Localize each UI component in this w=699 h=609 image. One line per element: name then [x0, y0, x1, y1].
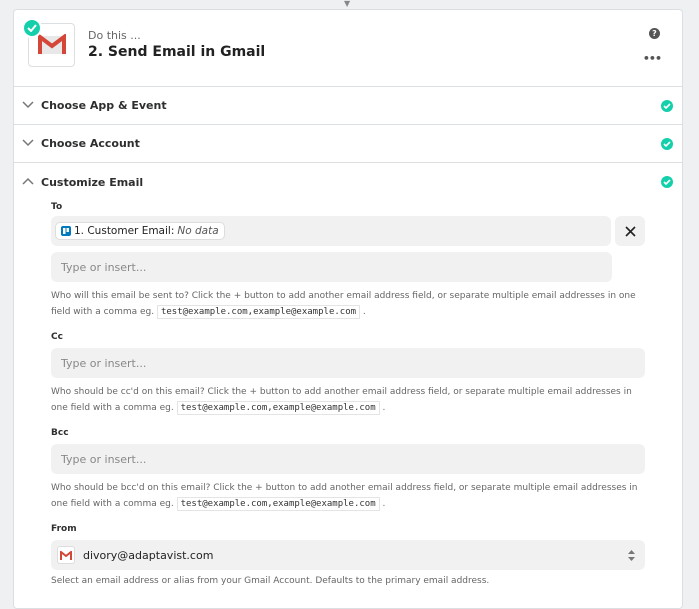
- to-field-1[interactable]: 1. Customer Email: No data: [51, 216, 611, 246]
- step-card: Do this ... 2. Send Email in Gmail ? •••…: [13, 9, 683, 609]
- gmail-icon: [57, 546, 75, 564]
- section-label: Choose Account: [41, 137, 140, 150]
- hint-period: .: [362, 307, 366, 317]
- cc-input[interactable]: Type or insert...: [51, 348, 645, 378]
- example-code: test@example.com,example@example.com: [156, 305, 361, 319]
- section-choose-app-event[interactable]: Choose App & Event: [14, 87, 682, 125]
- hint-period: .: [382, 403, 386, 413]
- section-customize-email[interactable]: Customize Email: [14, 163, 682, 201]
- step-header: Do this ... 2. Send Email in Gmail ? •••: [14, 10, 682, 87]
- to-field-2[interactable]: Type or insert...: [51, 252, 612, 282]
- trello-icon: [61, 226, 71, 236]
- to-label: To: [51, 202, 63, 212]
- check-circle-icon: [661, 138, 673, 150]
- help-icon[interactable]: ?: [649, 28, 660, 39]
- pill-label: 1. Customer Email:: [74, 225, 175, 237]
- example-code: test@example.com,example@example.com: [176, 497, 380, 511]
- section-label: Choose App & Event: [41, 99, 167, 112]
- from-label: From: [51, 524, 77, 534]
- more-options-icon[interactable]: •••: [643, 52, 662, 65]
- chevron-down-icon: [22, 139, 34, 147]
- from-select[interactable]: divory@adaptavist.com: [51, 540, 645, 570]
- bcc-label: Bcc: [51, 428, 69, 438]
- bcc-input[interactable]: Type or insert...: [51, 444, 645, 474]
- step-kicker: Do this ...: [88, 29, 141, 42]
- from-value: divory@adaptavist.com: [83, 548, 214, 562]
- chevron-up-icon: [22, 177, 34, 185]
- section-label: Customize Email: [41, 175, 144, 189]
- hint-period: .: [382, 499, 386, 509]
- remove-field-button[interactable]: [615, 216, 645, 246]
- close-icon: [624, 225, 636, 237]
- check-circle-icon: [661, 100, 673, 112]
- mapped-field-pill[interactable]: 1. Customer Email: No data: [55, 222, 225, 240]
- to-hint: Who will this email be sent to? Click th…: [51, 288, 645, 320]
- connector-arrow-icon: ▼: [344, 0, 351, 8]
- section-choose-account[interactable]: Choose Account: [14, 125, 682, 163]
- from-hint: Select an email address or alias from yo…: [51, 576, 490, 586]
- step-title: 2. Send Email in Gmail: [88, 44, 266, 60]
- select-arrows-icon: [628, 549, 635, 561]
- bcc-hint: Who should be bcc'd on this email? Click…: [51, 480, 645, 512]
- example-code: test@example.com,example@example.com: [176, 401, 380, 415]
- cc-label: Cc: [51, 332, 63, 342]
- chevron-down-icon: [22, 101, 34, 109]
- check-circle-icon: [661, 176, 673, 188]
- success-check-icon: [22, 18, 42, 38]
- cc-hint: Who should be cc'd on this email? Click …: [51, 384, 645, 416]
- customize-email-form: To 1. Customer Email: No data Type or in…: [14, 202, 682, 589]
- pill-value: No data: [177, 225, 219, 237]
